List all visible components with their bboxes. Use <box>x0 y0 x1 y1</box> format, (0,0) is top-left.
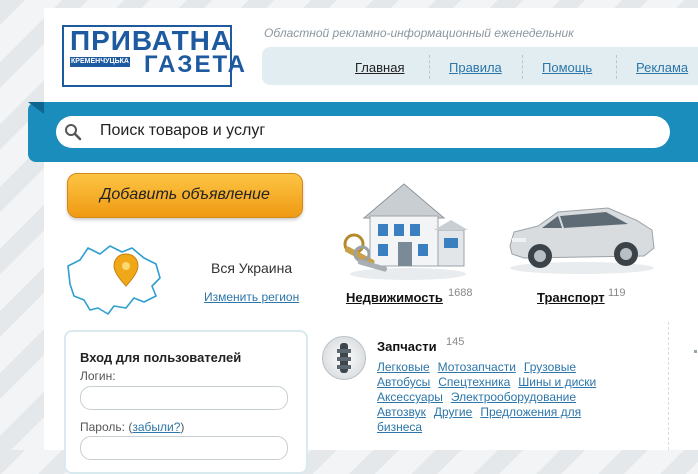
parts-link-other[interactable]: Другие <box>434 405 472 419</box>
list-bullet <box>694 350 697 353</box>
category-transport-count: 119 <box>608 287 626 299</box>
search-icon <box>65 124 82 141</box>
parts-link-tires[interactable]: Шины и диски <box>518 375 596 389</box>
nav-separator <box>429 55 431 79</box>
shock-absorber-icon <box>337 343 351 373</box>
login-title: Вход для пользователей <box>80 350 242 365</box>
main-nav: Главная Правила Помощь Реклама <box>262 47 698 85</box>
logo-strip-text: КРЕМЕНЧУЦЬКА <box>70 57 130 67</box>
login-input[interactable] <box>80 386 288 410</box>
house-icon[interactable] <box>330 178 470 286</box>
car-icon[interactable] <box>504 196 660 276</box>
region-name: Вся Украина <box>211 260 293 276</box>
nav-link-home[interactable]: Главная <box>355 60 404 75</box>
password-input[interactable] <box>80 436 288 460</box>
parts-title: Запчасти <box>377 339 437 354</box>
nav-separator <box>616 55 618 79</box>
search-input[interactable]: Поиск товаров и услуг <box>56 116 670 148</box>
parts-link-trucks[interactable]: Грузовые <box>524 360 576 374</box>
add-ad-button[interactable]: Добавить объявление <box>67 173 303 218</box>
ukraine-map-icon[interactable] <box>64 238 164 318</box>
logo-bottom-text: ГАЗЕТА <box>144 51 247 78</box>
nav-link-ads[interactable]: Реклама <box>636 60 688 75</box>
nav-link-rules[interactable]: Правила <box>449 60 502 75</box>
parts-link-audio[interactable]: Автозвук <box>377 405 426 419</box>
parts-link-buses[interactable]: Автобусы <box>377 375 430 389</box>
forgot-password-link[interactable]: забыли? <box>132 420 180 434</box>
password-label-row: Пароль: (забыли?) <box>80 420 184 434</box>
search-band-fold <box>28 102 44 114</box>
add-ad-button-label: Добавить объявление <box>100 186 270 203</box>
search-placeholder: Поиск товаров и услуг <box>100 122 266 139</box>
site-tagline: Областной рекламно-информационный еженед… <box>264 26 574 40</box>
parts-link-accessories[interactable]: Аксессуары <box>377 390 443 404</box>
forgot-paren-close: ) <box>180 420 185 434</box>
nav-separator <box>522 55 524 79</box>
parts-link-electric[interactable]: Электрооборудование <box>451 390 576 404</box>
parts-links: Легковые Мотозапчасти Грузовые Автобусы Спе… <box>377 360 617 435</box>
nav-link-help[interactable]: Помощь <box>542 60 592 75</box>
parts-icon[interactable] <box>322 336 366 380</box>
parts-link-moto[interactable]: Мотозапчасти <box>438 360 516 374</box>
password-label: Пароль: <box>80 420 125 434</box>
parts-link-special[interactable]: Спецтехника <box>438 375 510 389</box>
column-divider <box>668 322 670 450</box>
category-real-estate-count: 1688 <box>448 287 473 299</box>
login-panel: Вход для пользователей Логин: Пароль: (з… <box>64 330 308 474</box>
category-real-estate-link[interactable]: Недвижимость <box>346 290 443 305</box>
parts-link-cars[interactable]: Легковые <box>377 360 430 374</box>
parts-count: 145 <box>446 336 465 348</box>
change-region-link[interactable]: Изменить регион <box>204 290 299 304</box>
site-logo[interactable]: ПРИВАТНА КРЕМЕНЧУЦЬКА ГАЗЕТА <box>62 25 245 87</box>
category-transport-link[interactable]: Транспорт <box>537 290 605 305</box>
login-label: Логин: <box>80 369 116 383</box>
